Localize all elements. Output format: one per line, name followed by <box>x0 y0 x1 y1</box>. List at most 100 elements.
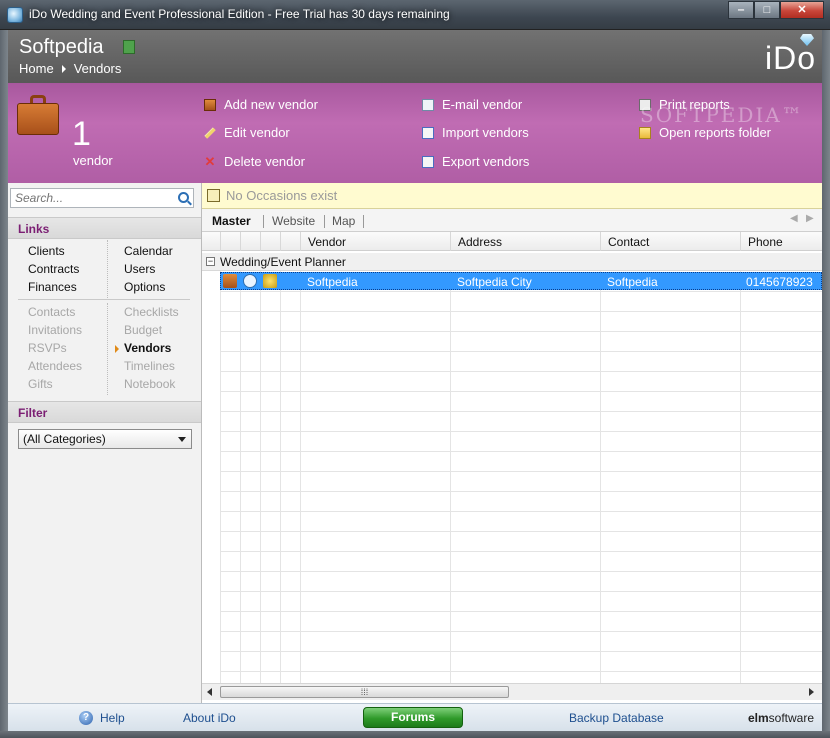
help-link[interactable]: Help <box>100 711 125 725</box>
cell-address: Softpedia City <box>457 275 532 289</box>
link-checklists[interactable]: Checklists <box>124 305 179 319</box>
active-arrow-icon <box>115 345 119 353</box>
window-left-edge <box>0 30 8 731</box>
links-separator <box>18 299 190 300</box>
link-users[interactable]: Users <box>124 262 155 276</box>
tab-map[interactable]: Map <box>332 214 355 228</box>
link-contacts[interactable]: Contacts <box>28 305 75 319</box>
award-medal-icon <box>263 274 277 288</box>
view-tabs: Master Website Map ◀ ▶ <box>202 209 822 232</box>
search-box <box>10 188 194 208</box>
link-vendors[interactable]: Vendors <box>124 341 171 355</box>
table-row[interactable]: Softpedia Softpedia City Softpedia 01456… <box>220 272 822 290</box>
breadcrumb-vendors[interactable]: Vendors <box>74 61 122 76</box>
tab-scroll-right-icon[interactable]: ▶ <box>806 213 814 224</box>
about-link[interactable]: About iDo <box>183 711 236 725</box>
search-input[interactable] <box>11 189 171 207</box>
export-vendors-label: Export vendors <box>442 154 530 169</box>
column-contact[interactable]: Contact <box>608 235 649 249</box>
export-icon <box>422 155 434 168</box>
tab-website[interactable]: Website <box>272 214 315 228</box>
group-label: Wedding/Event Planner <box>220 255 346 269</box>
edit-vendor-label: Edit vendor <box>224 125 290 140</box>
link-notebook[interactable]: Notebook <box>124 377 175 391</box>
app-diamond-icon <box>7 7 23 23</box>
link-options[interactable]: Options <box>124 280 165 294</box>
tab-master[interactable]: Master <box>212 214 251 228</box>
help-icon[interactable]: ? <box>79 711 93 725</box>
delete-vendor-label: Delete vendor <box>224 154 305 169</box>
notebook-icon[interactable] <box>123 40 135 54</box>
column-vendor[interactable]: Vendor <box>308 235 346 249</box>
add-briefcase-icon <box>204 98 216 111</box>
action-band: 1 vendor Add new vendor Edit vendor ✕ De… <box>8 83 822 183</box>
minimize-button[interactable]: ‒ <box>728 1 754 19</box>
breadcrumb-home[interactable]: Home <box>19 61 54 76</box>
email-vendor-button[interactable]: E-mail vendor <box>422 97 522 112</box>
close-button[interactable]: ✕ <box>780 1 824 19</box>
cell-phone: 0145678923 <box>746 275 813 289</box>
header: Softpedia Home Vendors iDo <box>8 30 822 83</box>
column-phone[interactable]: Phone <box>748 235 783 249</box>
category-filter-value: (All Categories) <box>23 432 106 446</box>
tab-scroll-left-icon[interactable]: ◀ <box>790 213 798 224</box>
website-globe-icon[interactable] <box>243 274 257 288</box>
links-divider <box>107 240 108 298</box>
vendor-count-label: vendor <box>73 153 113 168</box>
vendor-briefcase-icon <box>223 274 237 288</box>
forums-button[interactable]: Forums <box>363 707 463 728</box>
grid-header: Vendor Address Contact Phone <box>202 232 822 251</box>
link-timelines[interactable]: Timelines <box>124 359 175 373</box>
calendar-icon <box>207 189 220 202</box>
add-vendor-button[interactable]: Add new vendor <box>204 97 318 112</box>
add-vendor-label: Add new vendor <box>224 97 318 112</box>
link-budget[interactable]: Budget <box>124 323 162 337</box>
scroll-left-icon[interactable] <box>207 688 212 696</box>
backup-database-link[interactable]: Backup Database <box>569 711 664 725</box>
collapse-icon[interactable]: − <box>206 257 215 266</box>
link-calendar[interactable]: Calendar <box>124 244 173 258</box>
group-row[interactable]: − Wedding/Event Planner <box>202 253 822 271</box>
import-icon <box>422 126 434 139</box>
tab-separator <box>363 215 364 228</box>
link-gifts[interactable]: Gifts <box>28 377 53 391</box>
link-contracts[interactable]: Contracts <box>28 262 79 276</box>
briefcase-icon <box>17 93 59 135</box>
scroll-right-icon[interactable] <box>809 688 814 696</box>
vendor-grid: − Wedding/Event Planner Softpedia Softpe… <box>202 251 822 683</box>
open-reports-folder-label: Open reports folder <box>659 125 772 140</box>
link-finances[interactable]: Finances <box>28 280 77 294</box>
search-icon[interactable] <box>178 192 189 203</box>
sidebar: Links Clients Contracts Finances Calenda… <box>8 183 202 703</box>
window-right-edge <box>822 30 830 731</box>
link-invitations[interactable]: Invitations <box>28 323 82 337</box>
link-rsvps[interactable]: RSVPs <box>28 341 67 355</box>
import-vendors-button[interactable]: Import vendors <box>422 125 529 140</box>
cell-vendor: Softpedia <box>307 275 358 289</box>
page-title: Softpedia <box>19 36 104 58</box>
horizontal-scrollbar[interactable]: ⁞⁞⁞ <box>202 683 822 700</box>
link-attendees[interactable]: Attendees <box>28 359 82 373</box>
links-section-title: Links <box>8 217 201 239</box>
filter-section-title: Filter <box>8 401 201 423</box>
edit-vendor-button[interactable]: Edit vendor <box>204 125 290 140</box>
breadcrumb: Home Vendors <box>19 61 121 76</box>
notice-text: No Occasions exist <box>226 188 338 203</box>
scroll-thumb[interactable]: ⁞⁞⁞ <box>220 686 509 698</box>
import-vendors-label: Import vendors <box>442 125 529 140</box>
link-clients[interactable]: Clients <box>28 244 65 258</box>
delete-vendor-button[interactable]: ✕ Delete vendor <box>204 154 305 169</box>
column-address[interactable]: Address <box>458 235 502 249</box>
links-divider-2 <box>107 303 108 395</box>
category-filter-select[interactable]: (All Categories) <box>18 429 192 449</box>
window-controls: ‒ □ ✕ <box>728 1 824 19</box>
chevron-down-icon <box>178 437 186 442</box>
delete-x-icon: ✕ <box>204 153 216 169</box>
maximize-button[interactable]: □ <box>754 1 780 19</box>
pencil-icon <box>204 126 216 139</box>
open-reports-folder-button[interactable]: Open reports folder <box>639 125 771 140</box>
email-icon <box>422 98 434 111</box>
cell-contact: Softpedia <box>607 275 658 289</box>
occasion-notice: No Occasions exist <box>202 183 822 209</box>
export-vendors-button[interactable]: Export vendors <box>422 154 529 169</box>
